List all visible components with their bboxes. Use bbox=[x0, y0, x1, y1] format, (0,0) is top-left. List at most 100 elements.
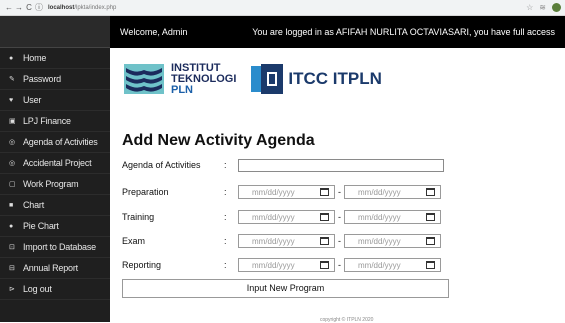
reload-icon[interactable]: C bbox=[24, 3, 34, 12]
activities-input[interactable] bbox=[238, 158, 444, 172]
logout-icon: ⊳ bbox=[9, 286, 15, 293]
sidebar-menu: ● Home ✎ Password ♥ User ▣ LPJ Finance ◎ Agenda o… bbox=[0, 48, 110, 300]
forward-icon[interactable]: → bbox=[14, 3, 24, 12]
calendar-icon[interactable] bbox=[426, 188, 435, 196]
database-icon: ⊡ bbox=[9, 244, 15, 251]
calendar-icon[interactable] bbox=[320, 188, 329, 196]
url-host: localhost bbox=[48, 4, 75, 11]
preparation-start-date-input[interactable]: mm/dd/yyyy bbox=[238, 185, 335, 199]
star-icon[interactable]: ☆ bbox=[526, 3, 533, 12]
exam-end-date-input[interactable]: mm/dd/yyyy bbox=[344, 234, 441, 248]
colon: : bbox=[224, 212, 227, 222]
sidebar-item-label: Home bbox=[23, 53, 47, 63]
sidebar-item-annual-report[interactable]: ⊟ Annual Report bbox=[0, 258, 110, 279]
date-placeholder: mm/dd/yyyy bbox=[358, 212, 401, 222]
login-status-text: You are logged in as AFIFAH NURLITA OCTA… bbox=[252, 27, 555, 37]
preparation-end-date-input[interactable]: mm/dd/yyyy bbox=[344, 185, 441, 199]
date-range-separator: - bbox=[338, 236, 341, 246]
sidebar-item-user[interactable]: ♥ User bbox=[0, 90, 110, 111]
date-placeholder: mm/dd/yyyy bbox=[252, 212, 295, 222]
sidebar: ● Home ✎ Password ♥ User ▣ LPJ Finance ◎ Agenda o… bbox=[0, 16, 110, 322]
sidebar-header bbox=[0, 16, 110, 48]
sidebar-item-label: Pie Chart bbox=[23, 221, 59, 231]
pie-icon: ● bbox=[9, 222, 14, 230]
training-end-date-input[interactable]: mm/dd/yyyy bbox=[344, 210, 441, 224]
footer-text: copyright © ITPLN 2020 bbox=[320, 317, 374, 323]
calendar-icon[interactable] bbox=[320, 237, 329, 245]
training-start-date-input[interactable]: mm/dd/yyyy bbox=[238, 210, 335, 224]
sidebar-item-label: Password bbox=[23, 74, 61, 84]
sidebar-item-label: Work Program bbox=[23, 179, 79, 189]
date-placeholder: mm/dd/yyyy bbox=[252, 260, 295, 270]
sidebar-item-label: Annual Report bbox=[23, 263, 78, 273]
sidebar-item-password[interactable]: ✎ Password bbox=[0, 69, 110, 90]
browser-toolbar: ← → C ⓘ localhost/lpkta/index.php ☆ ≋ bbox=[0, 0, 565, 16]
date-range-separator: - bbox=[338, 187, 341, 197]
input-new-program-button[interactable]: Input New Program bbox=[122, 279, 449, 298]
date-placeholder: mm/dd/yyyy bbox=[358, 260, 401, 270]
calendar-icon[interactable] bbox=[426, 237, 435, 245]
sidebar-item-label: User bbox=[23, 95, 42, 105]
eye-icon: ◎ bbox=[9, 139, 15, 146]
page-title: Add New Activity Agenda bbox=[122, 132, 315, 149]
sidebar-item-agenda-of-activities[interactable]: ◎ Agenda of Activities bbox=[0, 132, 110, 153]
date-placeholder: mm/dd/yyyy bbox=[252, 187, 295, 197]
top-bar: Welcome, Admin You are logged in as AFIF… bbox=[110, 16, 565, 48]
sidebar-item-import-to-database[interactable]: ⊡ Import to Database bbox=[0, 237, 110, 258]
colon: : bbox=[224, 160, 227, 170]
itcc-logo-icon bbox=[251, 64, 284, 94]
itpln-logo-icon bbox=[124, 64, 164, 94]
sidebar-item-log-out[interactable]: ⊳ Log out bbox=[0, 279, 110, 300]
reporting-end-date-input[interactable]: mm/dd/yyyy bbox=[344, 258, 441, 272]
home-icon: ● bbox=[9, 54, 14, 62]
calendar-icon[interactable] bbox=[320, 213, 329, 221]
calendar-icon[interactable] bbox=[426, 261, 435, 269]
exam-start-date-input[interactable]: mm/dd/yyyy bbox=[238, 234, 335, 248]
reporting-start-date-input[interactable]: mm/dd/yyyy bbox=[238, 258, 335, 272]
sidebar-item-lpj-finance[interactable]: ▣ LPJ Finance bbox=[0, 111, 110, 132]
sidebar-item-accidental-project[interactable]: ◎ Accidental Project bbox=[0, 153, 110, 174]
form-row-preparation: Preparation: mm/dd/yyyy - mm/dd/yyyy bbox=[122, 184, 441, 200]
itcc-brand: ITCC ITPLN bbox=[250, 62, 382, 96]
profile-icon[interactable] bbox=[552, 3, 561, 12]
activities-label: Agenda of Activities bbox=[122, 160, 201, 170]
extension-icon[interactable]: ≋ bbox=[539, 3, 546, 12]
back-icon[interactable]: ← bbox=[4, 3, 14, 12]
colon: : bbox=[224, 187, 227, 197]
document-icon: ▣ bbox=[9, 118, 16, 125]
date-placeholder: mm/dd/yyyy bbox=[252, 236, 295, 246]
logo-line-institut: INSTITUT bbox=[171, 61, 221, 74]
reporting-label: Reporting bbox=[122, 260, 162, 270]
eye-icon: ◎ bbox=[9, 160, 15, 167]
calendar-icon[interactable] bbox=[320, 261, 329, 269]
sidebar-item-chart[interactable]: ■ Chart bbox=[0, 195, 110, 216]
form-row-reporting: Reporting: mm/dd/yyyy - mm/dd/yyyy bbox=[122, 257, 441, 273]
main-content: INSTITUT TEKNOLOGI PLN ITCC ITPLN Add Ne… bbox=[110, 48, 565, 323]
sidebar-item-label: Import to Database bbox=[23, 242, 96, 252]
sidebar-item-label: Agenda of Activities bbox=[23, 137, 98, 147]
address-bar[interactable]: localhost/lpkta/index.php bbox=[48, 5, 116, 11]
info-icon[interactable]: ⓘ bbox=[34, 2, 44, 13]
key-icon: ✎ bbox=[9, 76, 15, 83]
date-range-separator: - bbox=[338, 260, 341, 270]
training-label: Training bbox=[122, 212, 155, 222]
chart-icon: ■ bbox=[9, 201, 14, 209]
itpln-logo-text: INSTITUT TEKNOLOGI PLN bbox=[171, 61, 237, 96]
calendar-icon[interactable] bbox=[426, 213, 435, 221]
logo-line-teknologi: TEKNOLOGI bbox=[171, 72, 237, 85]
url-path: /lpkta/index.php bbox=[74, 4, 117, 11]
date-range-separator: - bbox=[338, 212, 341, 222]
sidebar-item-label: Accidental Project bbox=[23, 158, 92, 168]
form-row-exam: Exam: mm/dd/yyyy - mm/dd/yyyy bbox=[122, 233, 441, 249]
form-row-activities: Agenda of Activities : bbox=[122, 157, 444, 173]
exam-label: Exam bbox=[122, 236, 146, 246]
sidebar-item-home[interactable]: ● Home bbox=[0, 48, 110, 69]
logo-area: INSTITUT TEKNOLOGI PLN ITCC ITPLN bbox=[122, 60, 382, 98]
date-placeholder: mm/dd/yyyy bbox=[358, 187, 401, 197]
sidebar-item-work-program[interactable]: ▢ Work Program bbox=[0, 174, 110, 195]
sidebar-item-pie-chart[interactable]: ● Pie Chart bbox=[0, 216, 110, 237]
sidebar-item-label: Chart bbox=[23, 200, 45, 210]
colon: : bbox=[224, 260, 227, 270]
sidebar-item-label: LPJ Finance bbox=[23, 116, 71, 126]
form-row-training: Training: mm/dd/yyyy - mm/dd/yyyy bbox=[122, 209, 441, 225]
